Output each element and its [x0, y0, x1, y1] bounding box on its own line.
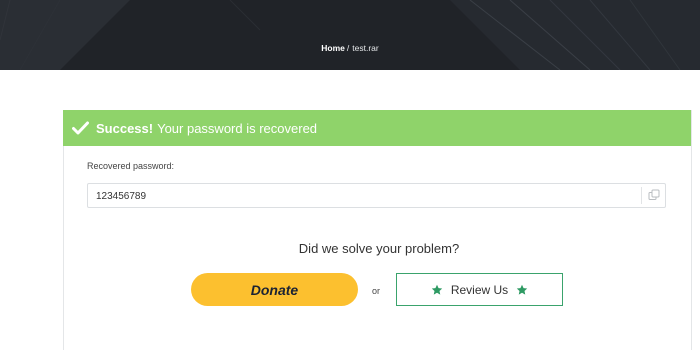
hero-background-image [0, 0, 700, 70]
recovered-password-value[interactable]: 123456789 [96, 191, 146, 202]
breadcrumb: Home / test.rar [0, 43, 700, 53]
review-us-button[interactable]: Review Us [396, 273, 563, 306]
donate-button[interactable]: Donate [191, 273, 358, 306]
copy-icon[interactable] [647, 189, 661, 203]
or-separator: or [372, 286, 381, 296]
star-icon [431, 284, 443, 295]
feedback-question: Did we solve your problem? [298, 241, 460, 256]
alert-strong-text: Success! [96, 121, 154, 136]
success-alert: Success! Your password is recovered [63, 110, 691, 146]
breadcrumb-home-link[interactable]: Home [321, 43, 345, 53]
copy-divider [641, 187, 642, 204]
hero-banner: Home / test.rar [0, 0, 700, 70]
alert-message: Success! Your password is recovered [96, 121, 317, 136]
result-card [63, 110, 692, 350]
breadcrumb-current: test.rar [352, 43, 379, 53]
alert-text: Your password is recovered [157, 121, 318, 136]
recovered-password-field[interactable]: 123456789 [87, 183, 666, 208]
recovered-password-label: Recovered password: [87, 161, 175, 171]
star-icon [516, 284, 528, 295]
review-us-label: Review Us [450, 282, 509, 297]
breadcrumb-separator: / [346, 43, 350, 53]
check-icon [72, 121, 89, 135]
